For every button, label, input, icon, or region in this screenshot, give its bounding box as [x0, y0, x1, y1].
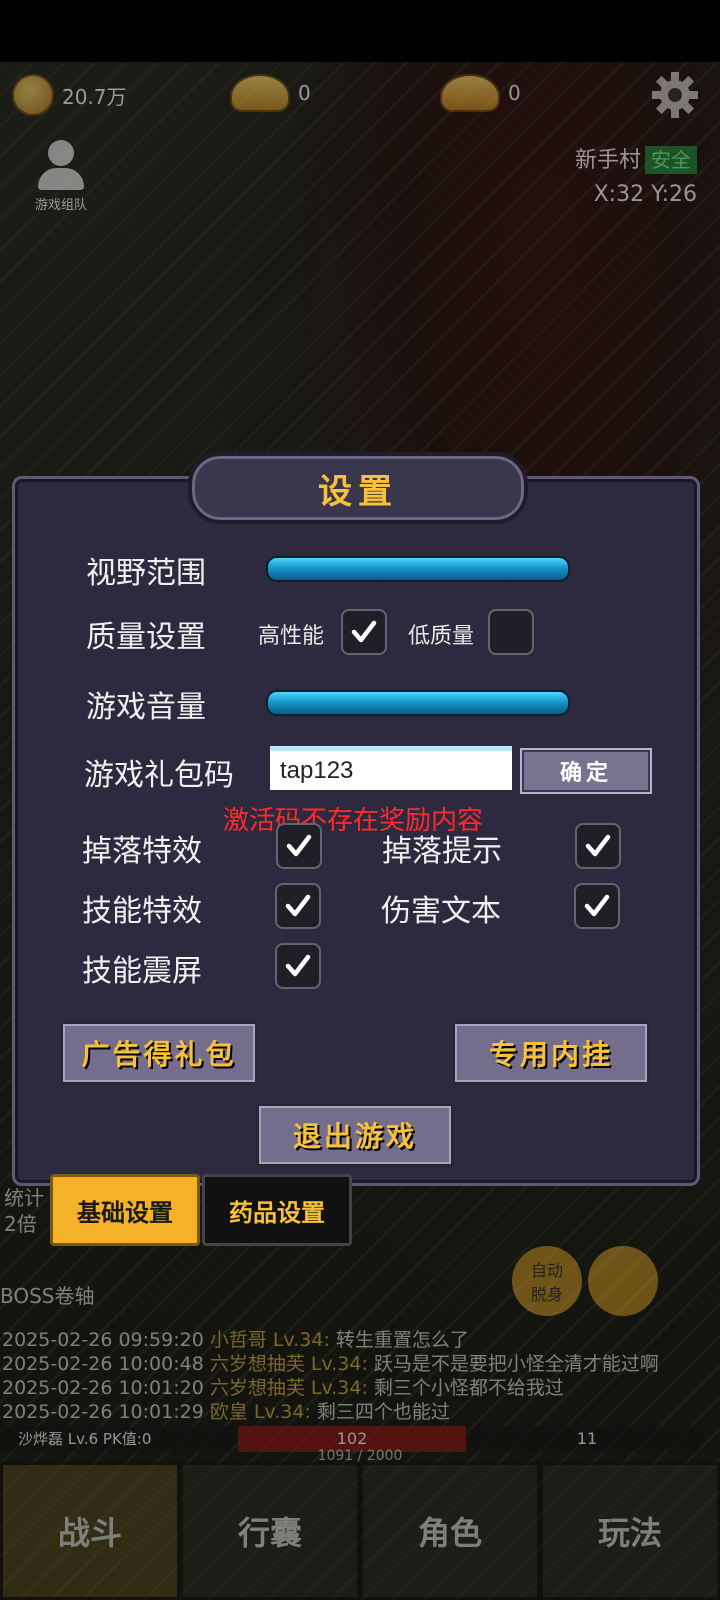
ingot-icon [230, 74, 290, 112]
nav-gameplay[interactable]: 玩法 [540, 1462, 720, 1600]
view-range-label: 视野范围 [86, 556, 206, 591]
drop-effect-checkbox[interactable] [276, 823, 322, 869]
option-label-drop-effect: 掉落特效 [82, 834, 202, 869]
drop-hint-checkbox[interactable] [575, 823, 621, 869]
checkmark-icon [585, 834, 611, 857]
high-perf-checkbox[interactable] [341, 609, 387, 655]
skill-effect-checkbox[interactable] [275, 883, 321, 929]
person-icon [48, 140, 74, 166]
settings-title-plate: 设置 [188, 452, 528, 524]
double-label: 2倍 [4, 1212, 37, 1236]
tab-potion-settings[interactable]: 药品设置 [202, 1174, 352, 1246]
ad-gift-button[interactable]: 广告得礼包 [60, 1021, 258, 1085]
damage-text-checkbox[interactable] [574, 883, 620, 929]
confirm-button[interactable]: 确定 [520, 748, 652, 794]
map-info: 新手村 安全 X:32 Y:26 [575, 142, 698, 207]
nav-battle[interactable]: 战斗 [0, 1462, 180, 1600]
exit-game-button[interactable]: 退出游戏 [256, 1103, 454, 1167]
quality-label: 质量设置 [86, 620, 206, 655]
volume-label: 游戏音量 [86, 690, 206, 725]
option-label-drop-hint: 掉落提示 [382, 834, 502, 869]
side-round-button[interactable] [588, 1246, 658, 1316]
gift-code-input[interactable] [270, 746, 512, 790]
nav-character[interactable]: 角色 [360, 1462, 540, 1600]
checkmark-icon [351, 620, 377, 643]
ingot-counter-1: 0 [230, 74, 311, 112]
stats-label: 统计 [4, 1186, 44, 1210]
low-quality-checkbox[interactable] [488, 609, 534, 655]
low-quality-label: 低质量 [408, 624, 475, 649]
map-name: 新手村 [575, 148, 642, 173]
team-button[interactable]: 游戏组队 [26, 140, 96, 213]
checkmark-icon [584, 894, 610, 917]
checkmark-icon [285, 894, 311, 917]
checkmark-icon [286, 834, 312, 857]
view-range-slider[interactable] [266, 556, 570, 582]
map-coords: X:32 Y:26 [593, 182, 698, 207]
bottom-nav: 战斗 行囊 角色 玩法 [0, 1462, 720, 1600]
chat-line: 2025-02-26 10:01:20 六岁想抽芙 Lv.34: 剩三个小怪都不… [2, 1377, 564, 1399]
chat-line: 2025-02-26 09:59:20 小哲哥 Lv.34: 转生重置怎么了 [2, 1329, 469, 1351]
boss-scroll-label: BOSS卷轴 [0, 1284, 95, 1308]
plugin-button[interactable]: 专用内挂 [452, 1021, 650, 1085]
coin-icon [12, 74, 54, 116]
chat-log: 2025-02-26 09:59:20 小哲哥 Lv.34: 转生重置怎么了 2… [2, 1328, 659, 1424]
gear-icon[interactable] [650, 70, 700, 120]
ingot-counter-2: 0 [440, 74, 521, 112]
option-label-screen-shake: 技能震屏 [82, 954, 202, 989]
map-safe-badge: 安全 [645, 146, 698, 174]
chat-line: 2025-02-26 10:01:29 欧皇 Lv.34: 剩三四个也能过 [2, 1401, 450, 1423]
volume-slider[interactable] [266, 690, 570, 716]
screen-shake-checkbox[interactable] [275, 943, 321, 989]
auto-escape-button[interactable]: 自动脱身 [512, 1246, 582, 1316]
ingot-icon [440, 74, 500, 112]
status-bar [0, 0, 720, 62]
option-label-damage-text: 伤害文本 [381, 894, 501, 929]
tab-basic-settings[interactable]: 基础设置 [50, 1174, 200, 1246]
option-label-skill-effect: 技能特效 [82, 894, 202, 929]
coin-counter: 20.7万 [12, 74, 127, 116]
nav-bag[interactable]: 行囊 [180, 1462, 360, 1600]
chat-line: 2025-02-26 10:00:48 六岁想抽芙 Lv.34: 跃马是不是要把… [2, 1353, 659, 1375]
checkmark-icon [285, 954, 311, 977]
settings-title: 设置 [318, 471, 398, 512]
gift-code-label: 游戏礼包码 [84, 758, 234, 793]
high-perf-label: 高性能 [258, 624, 325, 649]
